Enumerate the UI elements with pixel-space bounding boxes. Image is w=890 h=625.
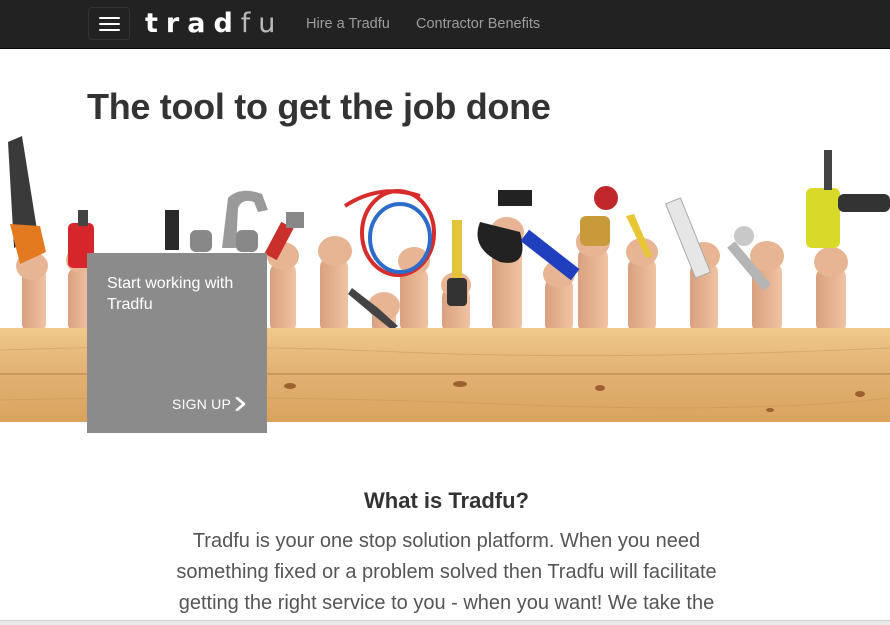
faucet	[165, 190, 268, 252]
about-title: What is Tradfu?	[364, 488, 529, 513]
power-drill	[806, 150, 890, 248]
folding-ruler	[664, 197, 712, 279]
page-title: The tool to get the job done	[87, 86, 551, 127]
nav-link-contractor-benefits[interactable]: Contractor Benefits	[416, 15, 540, 33]
about-body: Tradfu is your one stop solution platfor…	[176, 530, 717, 614]
saw	[8, 136, 46, 264]
chevron-right-icon	[235, 397, 246, 411]
brand-light-text: fu	[240, 8, 284, 39]
brand-bold-text: trad	[145, 8, 241, 39]
brand-logo-link[interactable]: trad fu	[145, 8, 283, 40]
signup-link[interactable]: SIGN UP	[172, 396, 247, 412]
window-bottom-edge	[0, 620, 890, 625]
signup-card: Start working with Tradfu SIGN UP	[87, 253, 267, 433]
hoses	[343, 189, 436, 277]
menu-icon-bar	[99, 29, 120, 31]
tape-measure	[447, 220, 467, 306]
nav-link-hire[interactable]: Hire a Tradfu	[306, 15, 390, 33]
menu-icon-bar	[99, 23, 120, 25]
valve	[580, 186, 618, 246]
menu-toggle-button[interactable]	[88, 7, 130, 40]
navbar: trad fu Hire a Tradfu Contractor Benefits	[0, 0, 890, 49]
signup-card-text: Start working with Tradfu	[107, 275, 234, 313]
menu-icon-bar	[99, 17, 120, 19]
signup-link-label: SIGN UP	[172, 396, 231, 412]
